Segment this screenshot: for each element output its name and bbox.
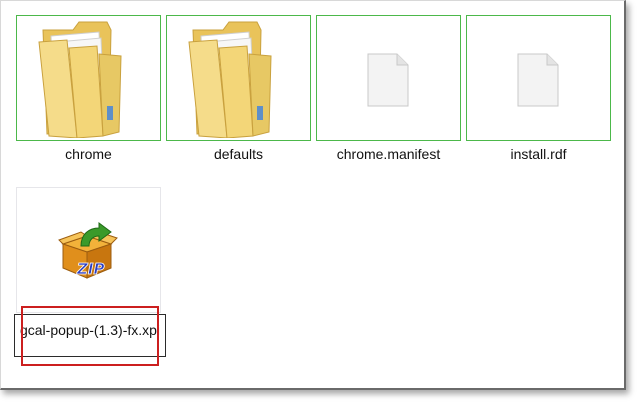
file-thumbnail[interactable]: ZIP (16, 187, 161, 313)
annotation-highlight (21, 306, 159, 366)
folder-icon (37, 20, 137, 138)
file-name-label[interactable]: chrome (16, 146, 161, 163)
file-thumbnail[interactable] (316, 15, 461, 141)
file-item-chrome[interactable]: chrome (16, 15, 161, 175)
file-item-defaults[interactable]: defaults (166, 15, 311, 175)
file-thumbnail[interactable] (16, 15, 161, 141)
file-name-label[interactable]: chrome.manifest (316, 146, 461, 163)
svg-text:ZIP: ZIP (76, 260, 104, 278)
file-thumbnail[interactable] (166, 15, 311, 141)
file-name-label[interactable]: defaults (166, 146, 311, 163)
generic-file-icon (367, 53, 409, 107)
explorer-window: chrome defaults chrome.manifest install.… (0, 0, 626, 390)
generic-file-icon (517, 53, 559, 107)
file-name-label[interactable]: install.rdf (466, 146, 611, 163)
file-item-install-rdf[interactable]: install.rdf (466, 15, 611, 175)
file-item-chrome-manifest[interactable]: chrome.manifest (316, 15, 461, 175)
folder-icon (187, 20, 287, 138)
zip-archive-icon: ZIP (57, 222, 119, 280)
file-thumbnail[interactable] (466, 15, 611, 141)
